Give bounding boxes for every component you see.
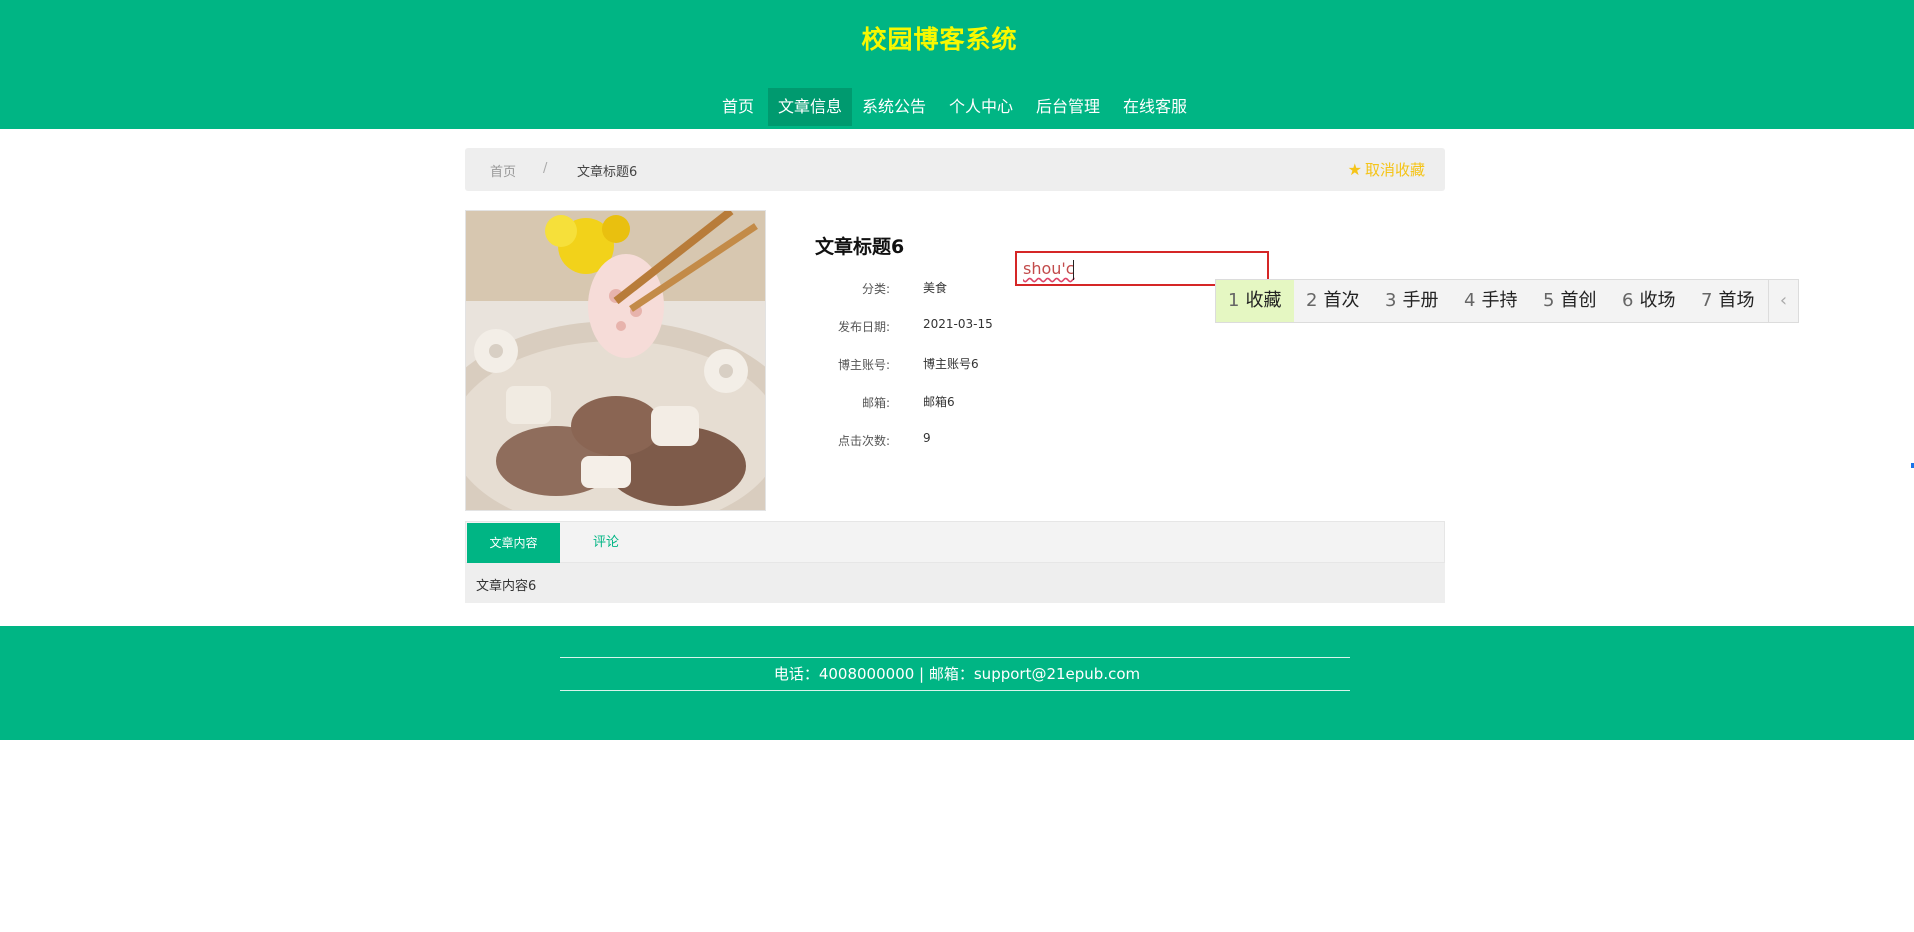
nav-item-admin[interactable]: 后台管理 [1031, 88, 1105, 126]
ime-candidate[interactable]: 6 收场 [1622, 280, 1692, 322]
tab-article-content[interactable]: 文章内容 [467, 523, 560, 563]
chevron-left-icon[interactable]: ‹ [1768, 280, 1798, 322]
nav-item-profile[interactable]: 个人中心 [944, 88, 1018, 126]
nav-item-announcements[interactable]: 系统公告 [857, 88, 931, 126]
nav-item-articles[interactable]: 文章信息 [768, 88, 852, 126]
email-value: 邮箱6 [923, 395, 955, 409]
main-nav: 首页 文章信息 系统公告 个人中心 后台管理 在线客服 [0, 88, 1914, 126]
site-title: 校园博客系统 [861, 25, 1018, 54]
text-caret [1073, 260, 1074, 280]
publish-date-value: 2021-03-15 [923, 317, 993, 331]
click-count-label: 点击次数: [837, 434, 890, 448]
ime-composition-text: shou'c [1023, 259, 1075, 278]
footer-divider-top [560, 657, 1350, 658]
category-value: 美食 [923, 281, 948, 295]
ime-candidate[interactable]: 5 首创 [1543, 280, 1613, 322]
ime-candidate[interactable]: 3 手册 [1385, 280, 1455, 322]
unfavorite-label: 取消收藏 [1364, 161, 1425, 179]
ime-candidate[interactable]: 4 手持 [1464, 280, 1534, 322]
publish-date-label: 发布日期: [837, 320, 890, 334]
article-tabs: 文章内容 评论 [465, 521, 1445, 563]
article-title: 文章标题6 [815, 236, 905, 258]
nav-item-support[interactable]: 在线客服 [1118, 88, 1192, 126]
site-header: 校园博客系统 首页 文章信息 系统公告 个人中心 后台管理 在线客服 [0, 0, 1914, 129]
breadcrumb-current: 文章标题6 [577, 165, 638, 180]
nav-item-home[interactable]: 首页 [715, 88, 761, 126]
tab-content-panel: 文章内容6 [465, 563, 1445, 603]
blogger-account-value: 博主账号6 [923, 357, 979, 371]
blogger-account-label: 博主账号: [837, 358, 890, 372]
ime-candidate-bar: 1 收藏 2 首次 3 手册 4 手持 5 首创 6 收场 7 首场 ‹ [1215, 279, 1799, 323]
star-icon: ★ [1347, 160, 1362, 179]
article-content-text: 文章内容6 [476, 579, 537, 594]
breadcrumb-home[interactable]: 首页 [490, 161, 516, 180]
article-image [465, 210, 766, 511]
ime-candidate[interactable]: 7 首场 [1701, 280, 1771, 322]
footer-divider-bottom [560, 690, 1350, 691]
breadcrumb-separator: / [543, 161, 548, 176]
site-footer: 电话：4008000000 | 邮箱：support@21epub.com [0, 626, 1914, 740]
ime-candidate[interactable]: 1 收藏 [1216, 280, 1294, 322]
click-count-value: 9 [923, 431, 931, 445]
category-label: 分类: [861, 282, 890, 296]
email-label: 邮箱: [861, 396, 890, 410]
tab-comments[interactable]: 评论 [576, 523, 636, 563]
unfavorite-button[interactable]: ★ 取消收藏 [1348, 159, 1425, 180]
ime-candidate[interactable]: 2 首次 [1306, 280, 1376, 322]
footer-contact: 电话：4008000000 | 邮箱：support@21epub.com [773, 665, 1141, 683]
breadcrumb: 首页 / 文章标题6 ★ 取消收藏 [465, 148, 1445, 191]
